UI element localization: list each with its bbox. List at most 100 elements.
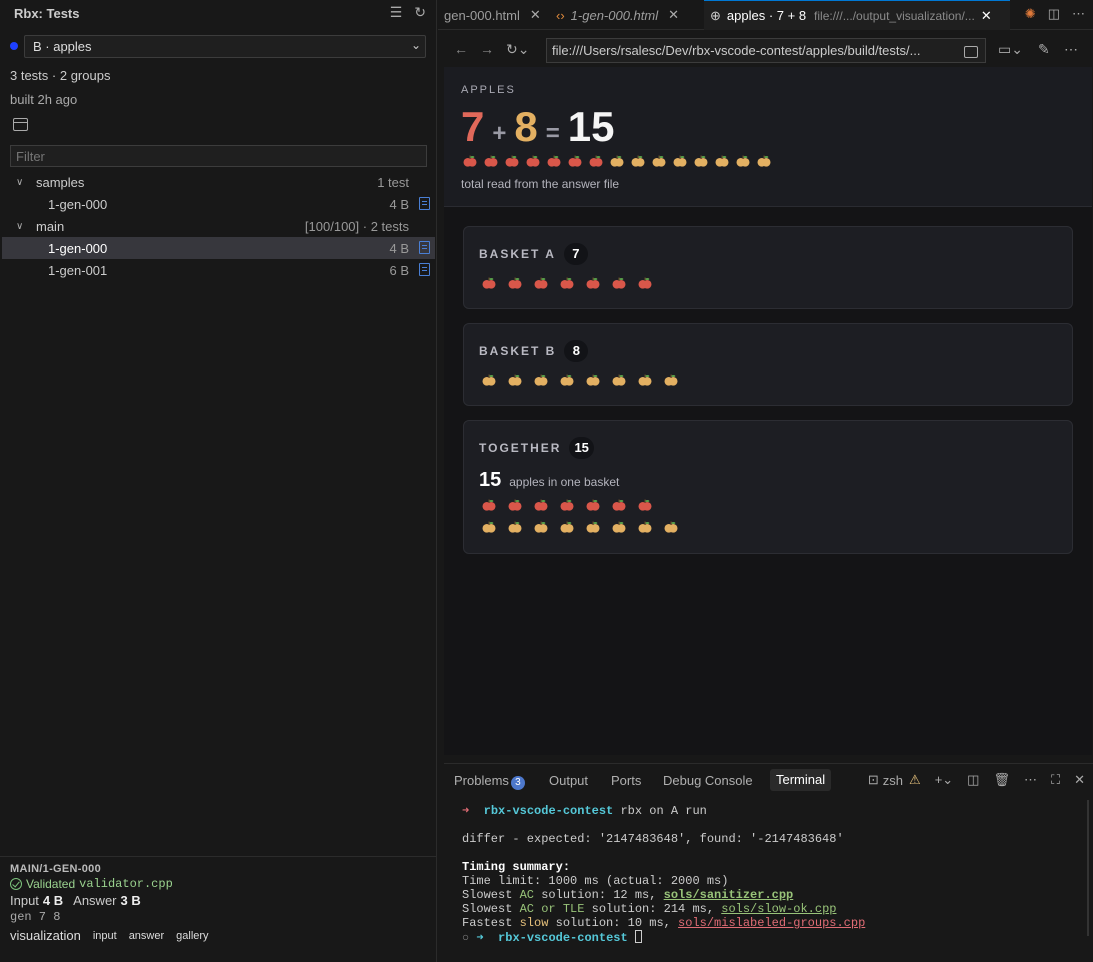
test-details: MAIN/1-GEN-000 Validated validator.cpp I… — [0, 856, 437, 947]
apple-icon — [586, 498, 600, 512]
cast-icon[interactable]: ▭⌄ — [998, 41, 1023, 58]
tree-item-test[interactable]: 1-gen-000 4 B — [2, 193, 435, 215]
tab-problems[interactable]: Problems 3 — [454, 773, 525, 790]
input-link[interactable]: input — [93, 930, 117, 942]
file-link[interactable]: sols/slow-ok.cpp — [721, 902, 836, 916]
group-count: 1 test — [377, 174, 409, 190]
apple-icon — [612, 520, 626, 534]
code-icon: ‹› — [556, 7, 565, 23]
file-link[interactable]: sols/mislabeled-groups.cpp — [678, 916, 865, 930]
reload-icon[interactable]: ↻⌄ — [506, 41, 529, 58]
build-time: built 2h ago — [10, 92, 78, 107]
test-size: 4 B — [389, 240, 409, 256]
apple-icon — [586, 520, 600, 534]
tab-terminal[interactable]: Terminal — [770, 769, 832, 791]
tree-item-test[interactable]: 1-gen-001 6 B — [2, 259, 435, 281]
tab-1-gen-000[interactable]: ‹› 1-gen-000.html ✕ — [556, 0, 702, 30]
file-link[interactable]: sols/sanitizer.cpp — [664, 888, 794, 902]
hero-label: APPLES — [461, 84, 516, 96]
filter-input[interactable] — [10, 145, 427, 167]
copy-icon[interactable] — [964, 46, 978, 58]
trash-icon[interactable]: 🗑 — [993, 772, 1010, 788]
shell-name[interactable]: zsh — [883, 773, 903, 788]
apple-icon — [508, 276, 522, 290]
gallery-link[interactable]: gallery — [176, 930, 208, 942]
apple-icon — [534, 498, 548, 512]
open-file-icon[interactable] — [419, 263, 430, 276]
apple-icon — [612, 276, 626, 290]
tree-group-samples[interactable]: ∨ samples 1 test — [2, 171, 435, 193]
hero-section: APPLES 7 + 8 = 15 total read from the an… — [444, 67, 1092, 207]
close-icon[interactable]: ✕ — [668, 7, 679, 23]
apple-row — [482, 276, 652, 290]
apple-row — [463, 154, 771, 168]
check-circle-icon — [10, 878, 22, 890]
tab-gen-000[interactable]: gen-000.html ✕ — [444, 0, 552, 30]
details-title: MAIN/1-GEN-000 — [10, 863, 101, 875]
sum: 15 — [567, 103, 615, 150]
add-terminal-icon[interactable]: +⌄ — [935, 772, 953, 788]
layout-panel-icon[interactable] — [13, 118, 28, 131]
problem-select[interactable]: B · apples ⌄ — [24, 35, 426, 58]
panel-splitter[interactable] — [444, 755, 1092, 761]
tree-item-test[interactable]: 1-gen-000 4 B — [2, 237, 435, 259]
prompt-dir: rbx-vscode-contest — [498, 931, 628, 945]
tab-label: apples · 7 + 8 — [726, 8, 807, 23]
addend-a: 7 — [461, 103, 485, 150]
apple-icon — [757, 154, 771, 168]
answer-link[interactable]: answer — [129, 930, 164, 942]
equation: 7 + 8 = 15 — [461, 103, 614, 151]
apple-icon — [560, 276, 574, 290]
close-icon[interactable]: ✕ — [1074, 772, 1085, 788]
devtools-icon[interactable]: ✎ — [1038, 41, 1050, 58]
test-label: 1-gen-001 — [48, 262, 108, 278]
input-label: Input — [10, 893, 39, 908]
apple-icon — [610, 154, 624, 168]
chevron-down-icon: ⌄ — [410, 38, 421, 52]
apple-icon — [508, 498, 522, 512]
tab-output[interactable]: Output — [549, 773, 588, 788]
more-icon[interactable]: ⋯ — [1024, 772, 1037, 788]
split-terminal-icon[interactable]: ◫ — [967, 772, 979, 788]
tab-ports[interactable]: Ports — [611, 773, 641, 788]
collapse-all-icon[interactable]: ☰ — [390, 4, 403, 21]
url-input[interactable]: file:///Users/rsalesc/Dev/rbx-vscode-con… — [546, 38, 986, 63]
apple-icon — [664, 520, 678, 534]
terminal-scrollbar[interactable] — [1087, 800, 1089, 936]
open-file-icon[interactable] — [419, 241, 430, 254]
apple-icon — [560, 520, 574, 534]
more-icon[interactable]: ⋯ — [1064, 41, 1078, 58]
more-icon[interactable]: ⋯ — [1072, 6, 1085, 22]
apple-icon — [612, 373, 626, 387]
apple-icon — [638, 498, 652, 512]
tab-apples[interactable]: ⊕ apples · 7 + 8 file:///.../output_visu… — [704, 0, 1010, 30]
equals-sign: = — [545, 120, 560, 147]
validated-label: Validated — [26, 877, 76, 891]
prompt-arrow-icon: ➜ — [462, 804, 470, 818]
back-icon[interactable]: ← — [454, 41, 468, 57]
open-file-icon[interactable] — [419, 197, 430, 210]
refresh-icon[interactable]: ↻ — [414, 4, 426, 21]
differ-line: differ - expected: '2147483648', found: … — [462, 832, 844, 846]
chevron-down-icon: ∨ — [16, 176, 24, 188]
maximize-icon[interactable]: ⛶ — [1051, 772, 1060, 788]
together-caption: apples in one basket — [509, 475, 620, 489]
close-icon[interactable]: ✕ — [981, 8, 992, 24]
split-editor-icon[interactable]: ◫ — [1048, 6, 1060, 22]
apple-icon — [638, 520, 652, 534]
terminal-output[interactable]: ➜ rbx-vscode-contest rbx on A run differ… — [462, 804, 865, 945]
apple-row — [482, 373, 678, 387]
spark-icon[interactable]: ✺ — [1025, 6, 1036, 22]
answer-label: Answer — [73, 893, 117, 908]
apple-icon — [484, 154, 498, 168]
apple-icon — [568, 154, 582, 168]
prompt-arrow-icon: ➜ — [476, 931, 484, 945]
apple-icon — [586, 276, 600, 290]
tree-group-main[interactable]: ∨ main [100/100] · 2 tests — [2, 215, 435, 237]
apple-icon — [534, 520, 548, 534]
validator-link[interactable]: validator.cpp — [79, 877, 173, 891]
addend-b: 8 — [514, 103, 538, 150]
forward-icon[interactable]: → — [480, 41, 494, 57]
tab-debug-console[interactable]: Debug Console — [663, 773, 753, 788]
close-icon[interactable]: ✕ — [530, 7, 541, 23]
